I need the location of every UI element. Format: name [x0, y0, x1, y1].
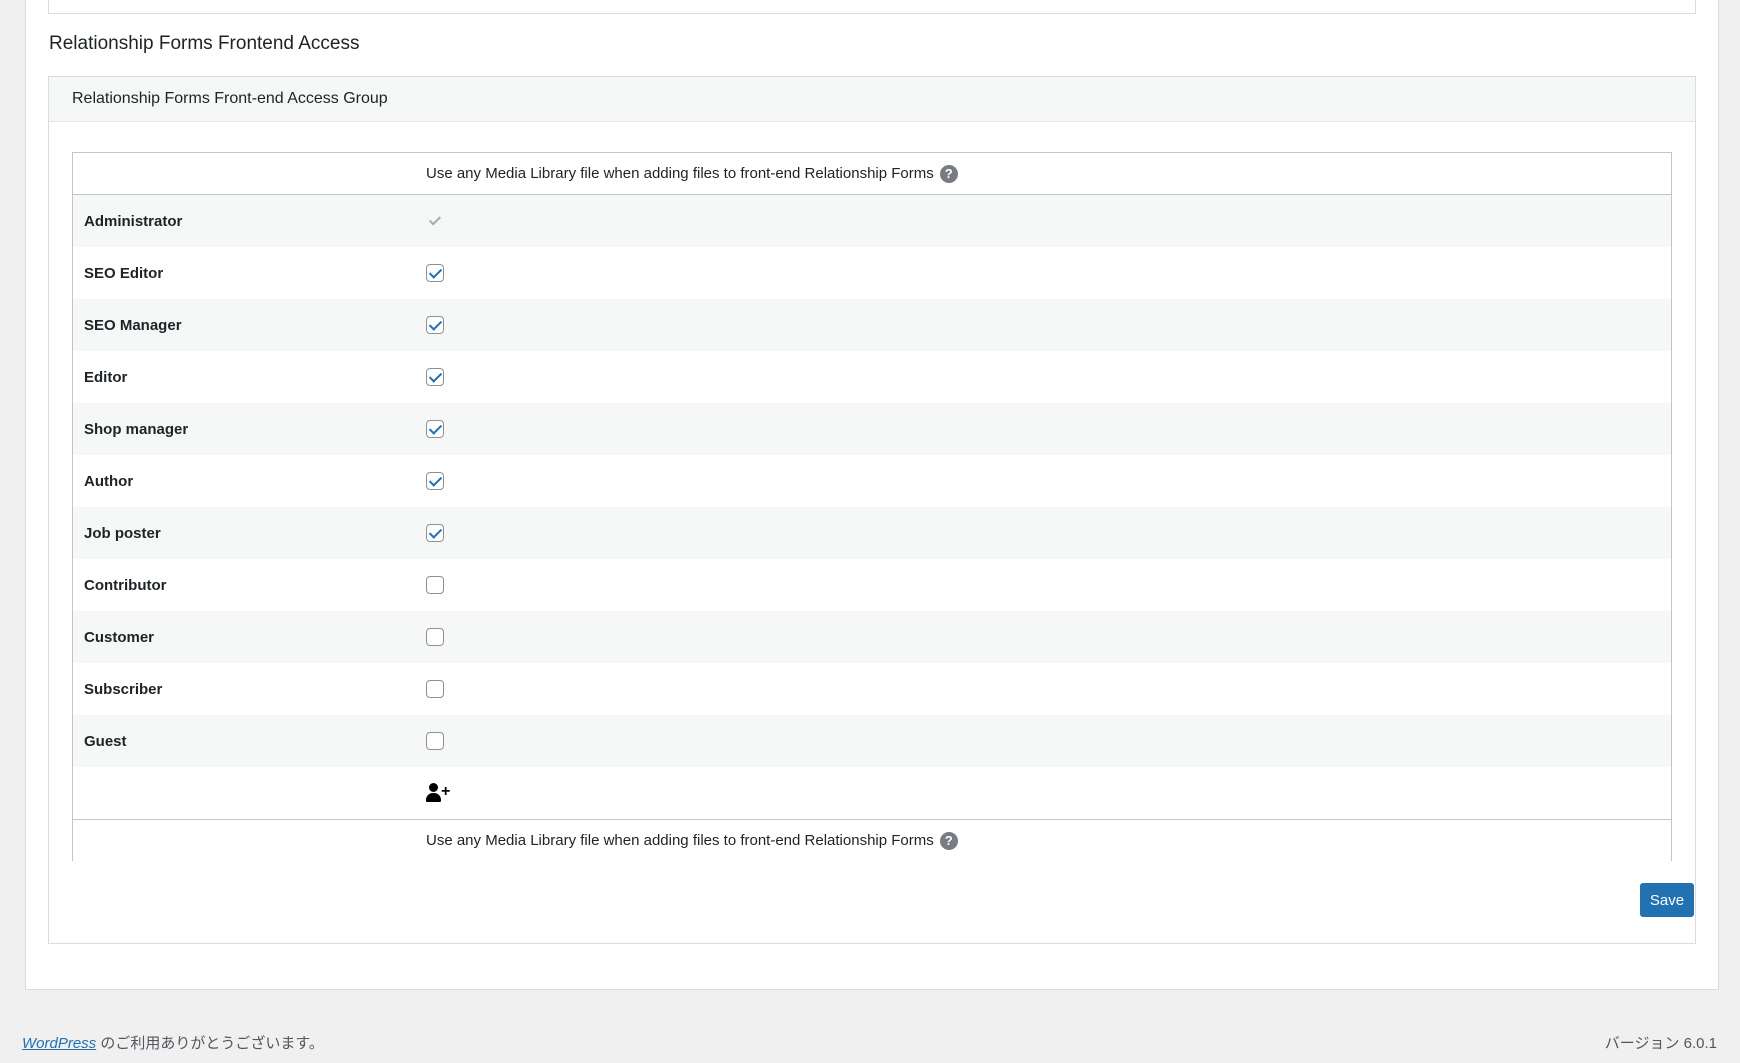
add-role-row: +	[73, 767, 1671, 819]
table-row: Contributor	[73, 559, 1671, 611]
table-header-row: Use any Media Library file when adding f…	[73, 153, 1671, 195]
role-checkbox[interactable]	[426, 732, 444, 750]
table-row: Subscriber	[73, 663, 1671, 715]
role-checkbox[interactable]	[426, 576, 444, 594]
role-checkbox	[426, 212, 444, 230]
save-button[interactable]: Save	[1640, 883, 1694, 917]
role-checkbox[interactable]	[426, 316, 444, 334]
postbox-header: Relationship Forms Front-end Access Grou…	[49, 77, 1695, 122]
access-table: Use any Media Library file when adding f…	[72, 152, 1672, 861]
role-checkbox[interactable]	[426, 264, 444, 282]
column-header-label: Use any Media Library file when adding f…	[426, 165, 934, 182]
role-name: Author	[84, 472, 134, 490]
role-name: Customer	[84, 628, 155, 646]
table-row: Shop manager	[73, 403, 1671, 455]
table-row: Customer	[73, 611, 1671, 663]
role-checkbox[interactable]	[426, 524, 444, 542]
footer-thanks: のご利用ありがとうございます。	[96, 1035, 324, 1052]
table-row: Guest	[73, 715, 1671, 767]
table-row: Administrator	[73, 195, 1671, 247]
column-header: Use any Media Library file when adding f…	[426, 164, 958, 183]
column-footer-label: Use any Media Library file when adding f…	[426, 832, 934, 849]
help-icon[interactable]: ?	[939, 164, 958, 183]
table-row: Job poster	[73, 507, 1671, 559]
help-icon[interactable]: ?	[939, 831, 958, 850]
role-rows: Administrator SEO Editor SEO Manager Editor…	[73, 195, 1671, 767]
main-panel: Relationship Forms Frontend Access Relat…	[25, 0, 1719, 990]
column-footer: Use any Media Library file when adding f…	[426, 831, 958, 850]
access-group-postbox: Relationship Forms Front-end Access Grou…	[48, 76, 1696, 944]
section-title: Relationship Forms Frontend Access	[49, 33, 360, 54]
admin-footer-text: WordPress のご利用ありがとうございます。	[22, 1032, 324, 1053]
user-plus-icon[interactable]: +	[426, 783, 450, 803]
table-row: SEO Editor	[73, 247, 1671, 299]
role-name: SEO Manager	[84, 316, 182, 334]
role-checkbox[interactable]	[426, 628, 444, 646]
version-text: バージョン 6.0.1	[1604, 1035, 1717, 1052]
table-footer-row: Use any Media Library file when adding f…	[73, 819, 1671, 861]
role-name: Subscriber	[84, 680, 163, 698]
role-checkbox[interactable]	[426, 472, 444, 490]
postbox-title: Relationship Forms Front-end Access Grou…	[72, 90, 388, 107]
table-row: Author	[73, 455, 1671, 507]
role-name: Guest	[84, 732, 127, 750]
wordpress-link[interactable]: WordPress	[22, 1035, 96, 1052]
role-name: Job poster	[84, 524, 161, 542]
role-name: Shop manager	[84, 420, 189, 438]
role-name: Administrator	[84, 212, 183, 230]
role-checkbox[interactable]	[426, 680, 444, 698]
role-name: SEO Editor	[84, 264, 164, 282]
role-checkbox[interactable]	[426, 368, 444, 386]
role-name: Contributor	[84, 576, 167, 594]
table-row: Editor	[73, 351, 1671, 403]
table-row: SEO Manager	[73, 299, 1671, 351]
role-name: Editor	[84, 368, 128, 386]
previous-section-box	[48, 0, 1696, 14]
role-checkbox[interactable]	[426, 420, 444, 438]
